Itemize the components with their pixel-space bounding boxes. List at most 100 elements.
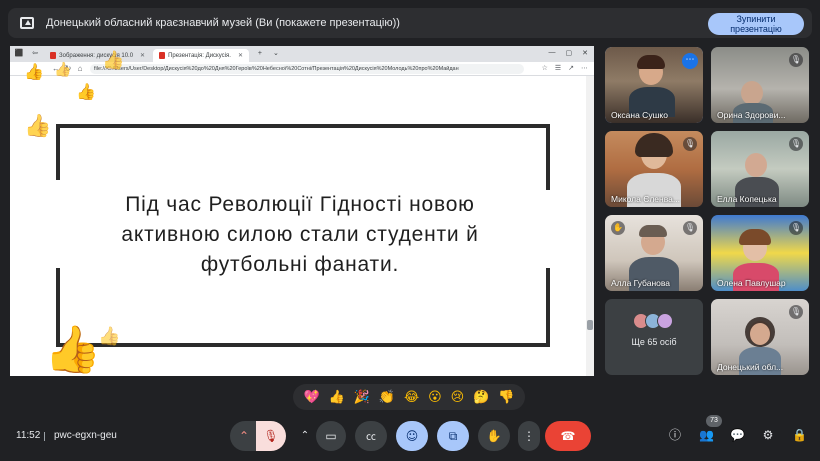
extensions-icon[interactable]: ⋯ — [581, 64, 588, 72]
slide-frame-left — [56, 124, 60, 180]
thumbs-up-icon[interactable]: 👍 — [329, 390, 345, 405]
mic-off-icon: 🎙 — [683, 221, 697, 235]
side-panel-buttons: ⓘ 👥 💬 ⚙ 🔒 — [668, 428, 807, 442]
maximize-icon[interactable]: ▢ — [566, 49, 573, 57]
participant-face — [745, 153, 767, 177]
thumbs-up-reaction-icon: 👍 — [44, 322, 102, 376]
emoji-button[interactable]: ☺ — [396, 421, 428, 451]
participant-name: Донецький обл... — [717, 362, 784, 372]
surprised-face-icon[interactable]: 😮 — [428, 390, 442, 405]
thumbs-up-reaction-icon: 👍 — [24, 62, 44, 81]
video-options-button[interactable]: ⌃ — [292, 421, 318, 451]
camera-icon: ▭ — [325, 429, 337, 443]
thumbs-up-reaction-icon: 👍 — [24, 114, 52, 139]
home-icon[interactable]: ⌂ — [74, 64, 86, 73]
end-call-icon: ☎ — [560, 429, 576, 443]
reactions-bar: 💖 👍 🎉 👏 😂 😮 😢 🤔 👎 — [293, 384, 525, 410]
close-icon[interactable]: ✕ — [238, 52, 243, 59]
thumbs-down-icon[interactable]: 👎 — [498, 390, 514, 405]
mic-off-icon: 🎙 — [789, 137, 803, 151]
captions-button[interactable]: ㏄ — [355, 421, 387, 451]
chevron-down-icon[interactable]: ⌄ — [271, 49, 281, 59]
captions-icon: ㏄ — [366, 432, 376, 443]
favorites-icon[interactable]: ☰ — [555, 64, 561, 72]
camera-toggle-button[interactable]: ▭ — [316, 421, 346, 451]
scrollbar[interactable] — [586, 76, 594, 376]
minimize-icon[interactable]: — — [549, 49, 556, 57]
participant-name: Оксана Сушко — [611, 110, 668, 120]
participant-tile[interactable]: ✋ 🎙 Алла Губанова — [605, 215, 703, 291]
participant-name: Микола Єленва... — [611, 194, 680, 204]
activities-icon[interactable]: ⚙ — [761, 428, 775, 442]
laughing-face-icon[interactable]: 😂 — [404, 390, 419, 405]
slide-line: футбольні фанати. — [200, 253, 400, 276]
more-participants-label: Ще 65 осіб — [631, 337, 677, 347]
new-tab-icon[interactable]: + — [255, 49, 265, 59]
close-window-icon[interactable]: ✕ — [582, 49, 588, 57]
close-icon[interactable]: ✕ — [140, 52, 145, 59]
participant-tile[interactable]: 🎙 Олена Павлушар — [711, 215, 809, 291]
shared-screen: ⬛ ⇦ Зображення: дискусія 10.0 ✕ Презента… — [10, 46, 594, 376]
participant-face — [741, 81, 763, 105]
current-time: 11:52 — [16, 430, 41, 441]
more-options-button[interactable]: ⋮ — [518, 421, 540, 451]
participant-tile[interactable]: 🎙 Елла Копецька — [711, 131, 809, 207]
browser-menu-icon[interactable]: ⬛ — [14, 49, 24, 59]
url-field[interactable]: file:///C:/Users/User/Desktop/Дискусія%2… — [90, 63, 524, 74]
more-vert-icon: ⋮ — [523, 429, 535, 443]
avatar-stack — [633, 313, 673, 329]
participant-tile[interactable]: 🎙 Микола Єленва... — [605, 131, 703, 207]
stop-presenting-button[interactable]: Зупинити презентацію — [708, 13, 804, 35]
pdf-icon — [159, 52, 166, 59]
mic-toggle-button[interactable]: 🎙 — [256, 421, 286, 451]
participant-face — [750, 323, 770, 345]
share-icon[interactable]: ↗ — [568, 64, 574, 72]
presentation-banner: Донецький обласний краєзнавчий музей (Ви… — [8, 8, 812, 38]
sparkling-heart-icon[interactable]: 💖 — [303, 390, 319, 405]
thinking-face-icon[interactable]: 🤔 — [473, 390, 489, 405]
star-icon[interactable]: ☆ — [542, 64, 548, 72]
participant-name: Алла Губанова — [611, 278, 671, 288]
thumbs-up-reaction-icon: 👍 — [76, 82, 96, 101]
meeting-code: pwc-egxn-geu — [54, 430, 117, 441]
slide-frame-right — [546, 124, 550, 190]
people-icon[interactable]: 👥 — [699, 428, 714, 442]
participant-tile[interactable]: 🎙 Донецький обл... — [711, 299, 809, 375]
browser-tab-image[interactable]: Зображення: дискусія 10.0 ✕ — [44, 49, 151, 62]
info-icon[interactable]: ⓘ — [668, 428, 682, 442]
tab-actions-icon[interactable]: ⇦ — [30, 49, 40, 59]
participant-tile[interactable]: 🎙 Орина Здорови... — [711, 47, 809, 123]
scroll-thumb[interactable] — [587, 320, 593, 330]
participant-hair — [637, 55, 665, 69]
presentation-icon — [20, 17, 34, 29]
banner-title: Донецький обласний краєзнавчий музей (Ви… — [46, 17, 400, 29]
crying-face-icon[interactable]: 😢 — [451, 390, 465, 405]
party-popper-icon[interactable]: 🎉 — [354, 390, 370, 405]
slide-frame-right — [546, 268, 550, 347]
more-options-icon[interactable]: ⋯ — [682, 53, 698, 69]
chat-icon[interactable]: 💬 — [730, 428, 745, 442]
audio-options-button[interactable]: ⌃ — [230, 421, 258, 451]
participant-name: Олена Павлушар — [717, 278, 786, 288]
participant-hair — [739, 229, 771, 245]
present-screen-button[interactable]: ⧉ — [437, 421, 469, 451]
participant-hair — [639, 225, 667, 237]
browser-tab-presentation[interactable]: Презентація: Дискусія. ✕ — [153, 49, 249, 62]
slide-frame-bottom — [56, 343, 550, 347]
mic-off-icon: 🎙 — [789, 53, 803, 67]
more-participants-tile[interactable]: Ще 65 осіб — [605, 299, 703, 375]
mic-off-icon: 🎙 — [263, 429, 279, 443]
participant-tile[interactable]: ⋯ Оксана Сушко — [605, 47, 703, 123]
clapping-hands-icon[interactable]: 👏 — [379, 390, 395, 405]
leave-call-button[interactable]: ☎ — [545, 421, 591, 451]
address-actions: ☆ ☰ ↗ ⋯ — [542, 64, 588, 72]
participant-name: Елла Копецька — [717, 194, 777, 204]
raise-hand-button[interactable]: ✋ — [478, 421, 510, 451]
thumbs-up-reaction-icon: 👍 — [102, 50, 125, 71]
raise-hand-icon: ✋ — [486, 429, 502, 443]
slide-text: Під час Революції Гідності новою активно… — [90, 190, 510, 280]
slide-line: активною силою стали студенти й — [121, 223, 479, 246]
host-controls-icon[interactable]: 🔒 — [792, 428, 807, 442]
browser-tab-bar: ⬛ ⇦ Зображення: дискусія 10.0 ✕ Презента… — [10, 46, 594, 62]
tab-label: Презентація: Дискусія. — [168, 52, 231, 59]
